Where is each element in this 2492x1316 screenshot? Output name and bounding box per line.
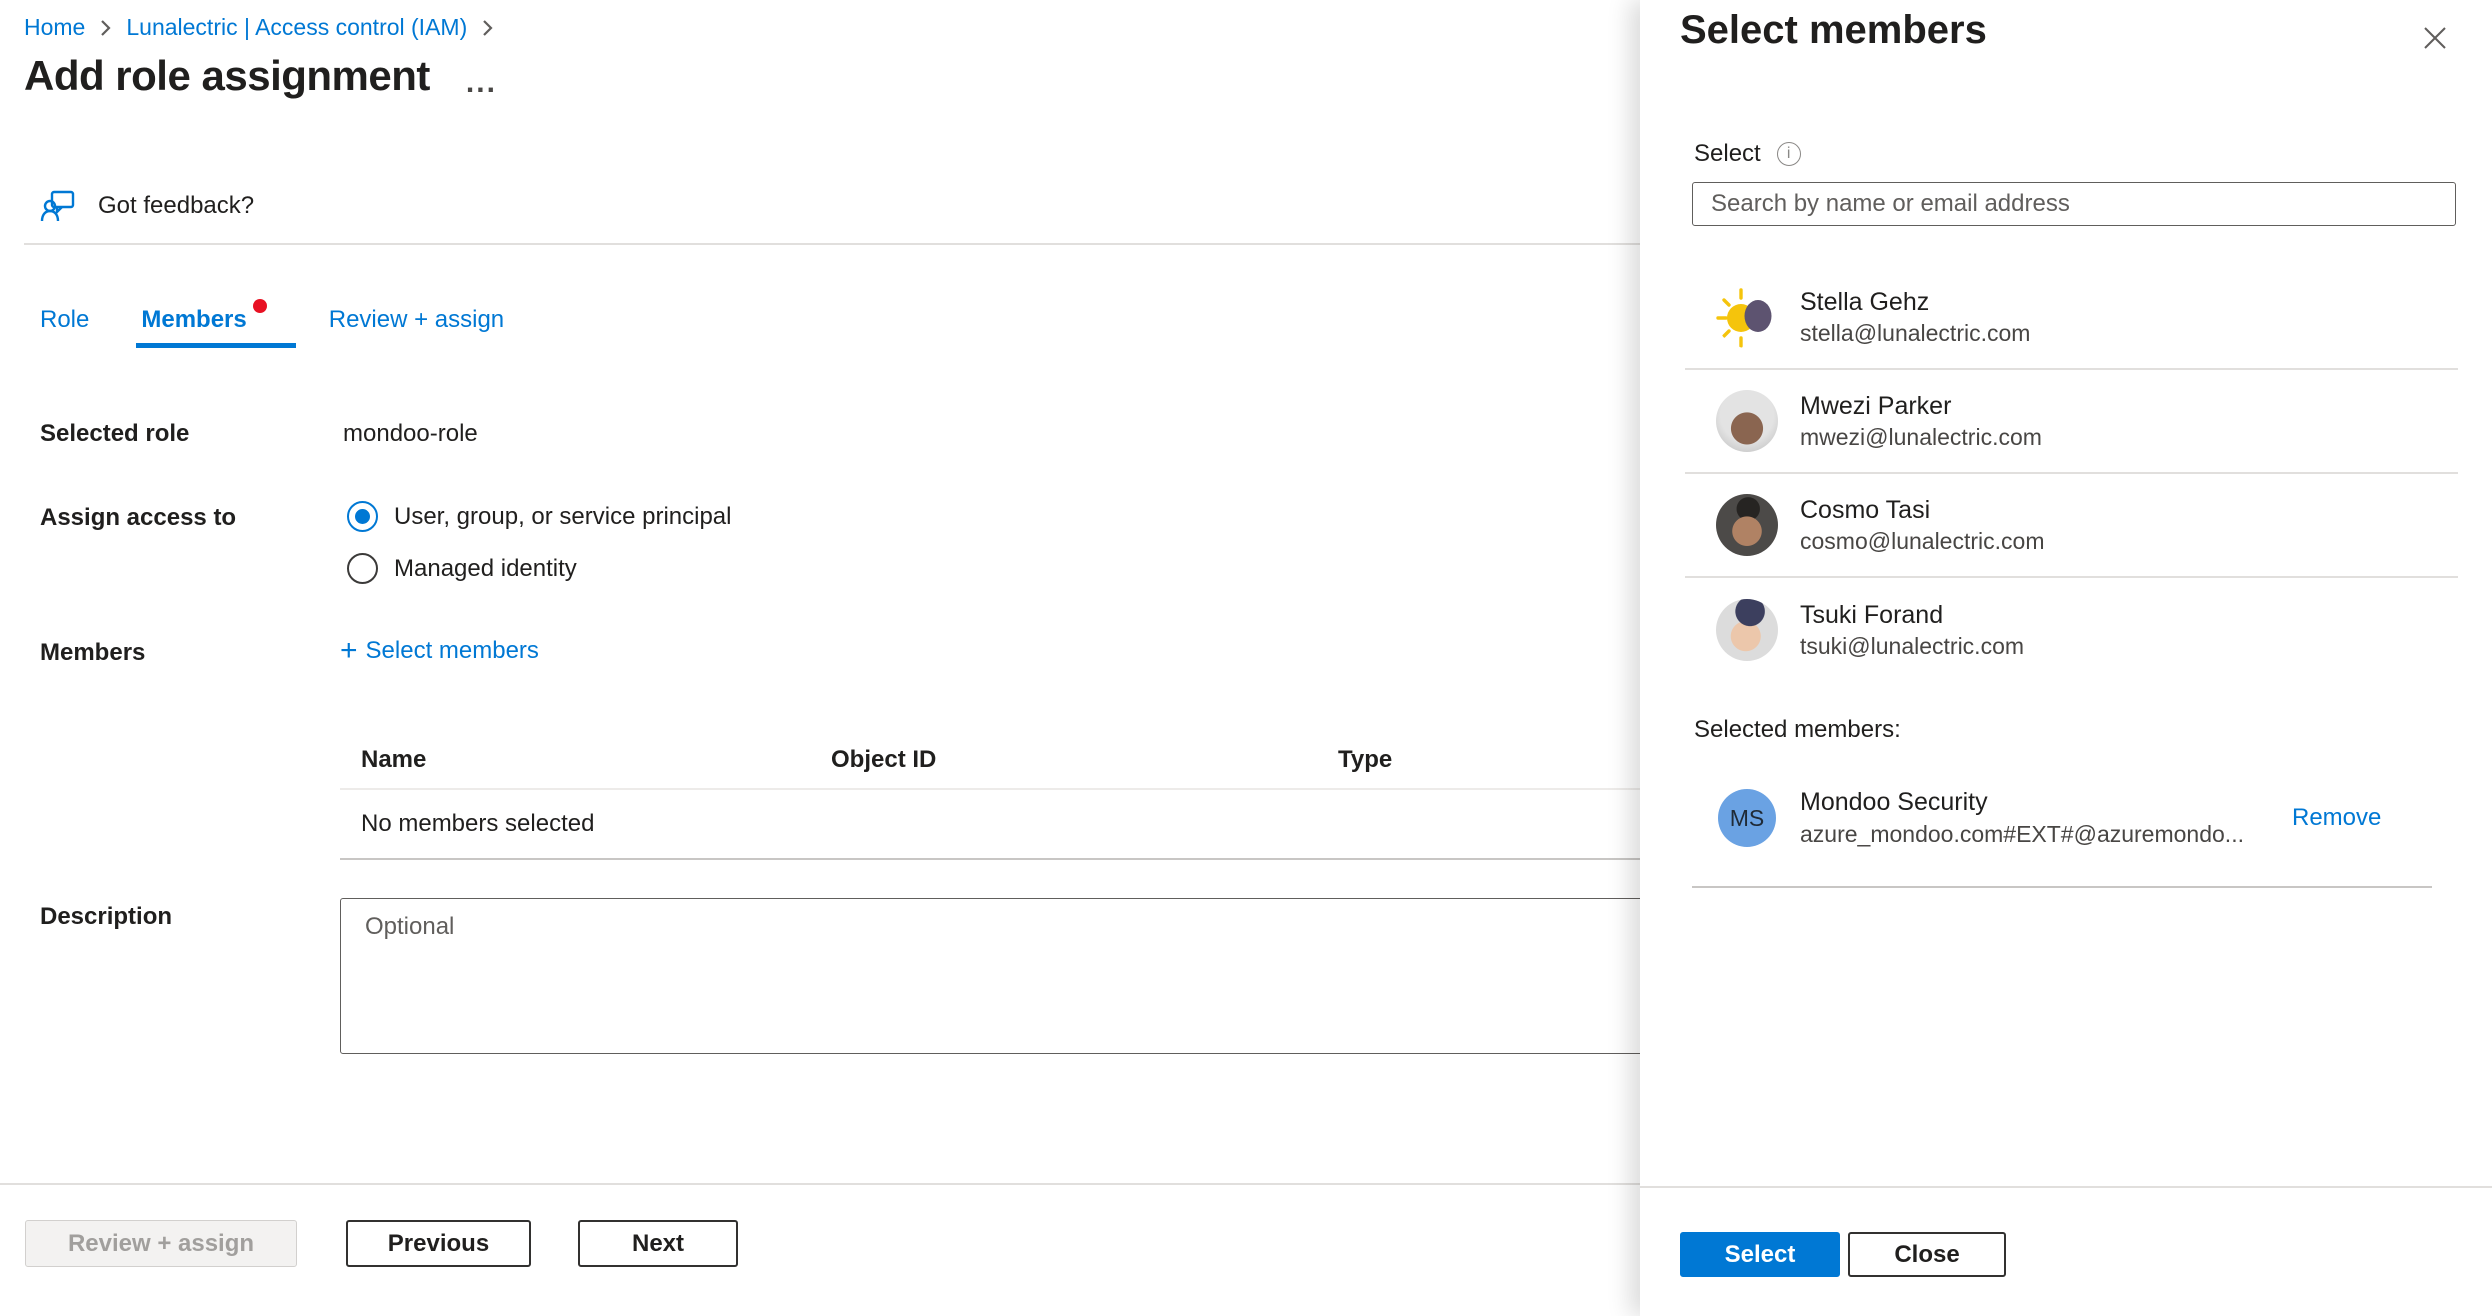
radio-selected-icon [347, 501, 378, 532]
list-item-tsuki[interactable]: Tsuki Forand tsuki@lunalectric.com [1685, 578, 2458, 682]
member-email: cosmo@lunalectric.com [1800, 526, 2044, 556]
member-email: tsuki@lunalectric.com [1800, 631, 2024, 661]
selected-role-value: mondoo-role [343, 420, 478, 448]
list-item-stella[interactable]: Stella Gehz stella@lunalectric.com [1685, 266, 2458, 370]
tab-bar: Role Members Review + assign [40, 306, 504, 348]
select-members-link[interactable]: + Select members [340, 636, 539, 666]
member-photo-avatar [1716, 390, 1778, 452]
page-title: Add role assignment [24, 52, 430, 100]
selected-members-label: Selected members: [1694, 716, 1901, 744]
member-search-input[interactable] [1692, 182, 2456, 226]
info-icon[interactable]: i [1777, 142, 1801, 166]
members-required-dot-icon [253, 299, 267, 313]
member-name: Cosmo Tasi [1800, 494, 2044, 526]
breadcrumb: Home Lunalectric | Access control (IAM) [24, 14, 494, 41]
previous-button[interactable]: Previous [346, 1220, 531, 1267]
select-field-label: Select [1694, 140, 1761, 168]
review-assign-button[interactable]: Review + assign [25, 1220, 297, 1267]
description-input[interactable] [340, 898, 1720, 1054]
list-item-cosmo[interactable]: Cosmo Tasi cosmo@lunalectric.com [1685, 474, 2458, 578]
member-email: stella@lunalectric.com [1800, 318, 2030, 348]
radio-managed-identity[interactable]: Managed identity [347, 553, 577, 584]
got-feedback-label: Got feedback? [98, 192, 254, 220]
selected-member-name: Mondoo Security [1800, 786, 2278, 819]
member-email: mwezi@lunalectric.com [1800, 422, 2042, 452]
column-header-name: Name [340, 746, 831, 774]
member-name: Tsuki Forand [1800, 599, 2024, 631]
description-label: Description [40, 903, 172, 931]
selected-role-label: Selected role [40, 420, 189, 448]
selected-member-row: MS Mondoo Security azure_mondoo.com#EXT#… [1640, 786, 2492, 850]
command-bar-divider [24, 243, 1640, 245]
close-icon[interactable] [2418, 22, 2452, 56]
feedback-icon [40, 188, 76, 224]
members-table-header: Name Object ID Type [340, 732, 1720, 790]
breadcrumb-home-link[interactable]: Home [24, 14, 85, 41]
selected-member-email: azure_mondoo.com#EXT#@azuremondo... [1800, 819, 2278, 850]
select-button[interactable]: Select [1680, 1232, 1840, 1277]
list-item-mwezi[interactable]: Mwezi Parker mwezi@lunalectric.com [1685, 370, 2458, 474]
got-feedback-button[interactable]: Got feedback? [40, 188, 254, 224]
radio-managed-identity-label: Managed identity [394, 555, 577, 583]
tab-review-assign[interactable]: Review + assign [329, 306, 504, 348]
breadcrumb-chevron-icon [481, 18, 494, 38]
member-name: Stella Gehz [1800, 286, 2030, 318]
footer-divider [0, 1183, 1640, 1185]
member-suggestion-list: Stella Gehz stella@lunalectric.com Mwezi… [1685, 266, 2458, 682]
members-label: Members [40, 639, 145, 667]
selected-members-divider [1692, 886, 2432, 888]
panel-footer-divider [1640, 1186, 2492, 1188]
page-header: Add role assignment ... [24, 52, 497, 100]
azure-portal-screen: Home Lunalectric | Access control (IAM) … [0, 0, 2492, 1316]
tab-role[interactable]: Role [40, 306, 89, 348]
select-field: Select i [1694, 140, 1801, 168]
tab-members[interactable]: Members [141, 306, 246, 348]
breadcrumb-chevron-icon [99, 18, 112, 38]
breadcrumb-iam-link[interactable]: Lunalectric | Access control (IAM) [126, 14, 467, 41]
member-photo-avatar [1716, 494, 1778, 556]
next-button[interactable]: Next [578, 1220, 738, 1267]
tab-members-label: Members [141, 306, 246, 333]
radio-user-group-service-principal[interactable]: User, group, or service principal [347, 501, 731, 532]
panel-title: Select members [1680, 8, 1987, 53]
member-name: Mwezi Parker [1800, 390, 2042, 422]
select-members-link-label: Select members [366, 637, 539, 665]
assign-access-label: Assign access to [40, 504, 236, 532]
initials-avatar: MS [1718, 789, 1776, 847]
no-members-text: No members selected [340, 810, 594, 838]
radio-user-group-label: User, group, or service principal [394, 503, 731, 531]
radio-unselected-icon [347, 553, 378, 584]
table-row: No members selected [340, 790, 1720, 860]
more-options-button[interactable]: ... [466, 54, 497, 98]
column-header-object-id: Object ID [831, 746, 1338, 774]
close-button[interactable]: Close [1848, 1232, 2006, 1277]
remove-member-link[interactable]: Remove [2292, 804, 2381, 832]
plus-icon: + [340, 636, 358, 666]
members-table: Name Object ID Type No members selected [340, 732, 1720, 860]
member-photo-avatar [1716, 599, 1778, 661]
select-members-panel: Select members Select i [1640, 0, 2492, 1316]
sun-moon-avatar [1716, 286, 1778, 348]
